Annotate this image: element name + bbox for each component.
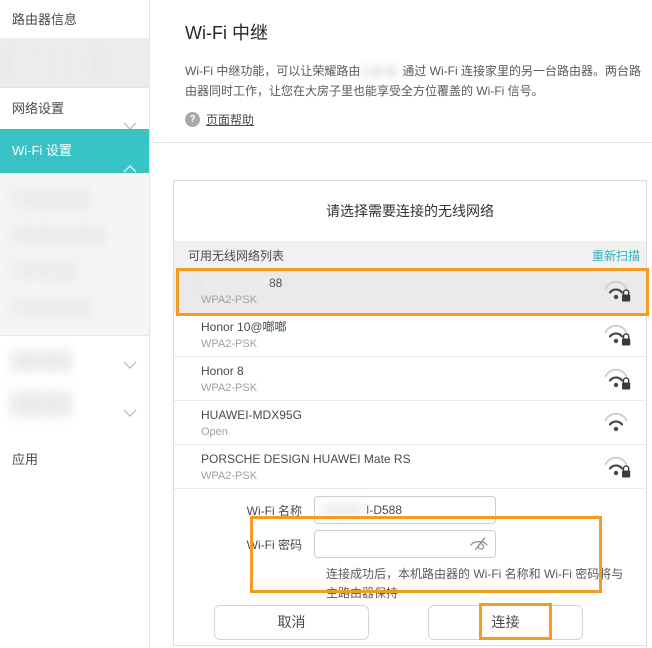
wifi-name-label: Wi-Fi 名称 bbox=[174, 502, 314, 519]
network-ssid: HUAWEI-MDX95G bbox=[201, 408, 646, 423]
page-description: Wi-Fi 中继功能，可以让荣耀路由通过 Wi-Fi 连接家里的另一台路由器。两… bbox=[185, 61, 643, 101]
wifi-lock-icon bbox=[602, 322, 632, 353]
connect-button[interactable]: 连接 bbox=[428, 605, 583, 640]
wifi-lock-icon bbox=[602, 454, 632, 485]
sidebar-item-label: Wi-Fi 设置 bbox=[12, 143, 72, 158]
censored-label bbox=[11, 350, 71, 372]
sidebar-item-wifi-settings[interactable]: Wi-Fi 设置 bbox=[0, 129, 149, 173]
wifi-relay-panel: 请选择需要连接的无线网络 可用无线网络列表 重新扫描 88 WPA2-PSK H… bbox=[173, 180, 647, 646]
network-row[interactable]: PORSCHE DESIGN HUAWEI Mate RS WPA2-PSK bbox=[174, 445, 646, 489]
sidebar-subitem-censored[interactable] bbox=[14, 262, 80, 280]
wifi-password-input[interactable] bbox=[323, 531, 469, 557]
network-security: WPA2-PSK bbox=[201, 469, 646, 484]
network-security: WPA2-PSK bbox=[201, 381, 646, 396]
sidebar-item-censored-2[interactable] bbox=[0, 336, 149, 385]
wifi-name-input[interactable]: I-D588 bbox=[314, 496, 496, 524]
sidebar-item-censored-3[interactable] bbox=[0, 385, 149, 432]
wifi-password-field bbox=[314, 530, 496, 558]
page-help-link[interactable]: ? 页面帮助 bbox=[185, 111, 254, 128]
censored-ssid bbox=[201, 277, 267, 290]
sidebar-subitem-censored[interactable] bbox=[14, 189, 94, 209]
wifi-lock-icon bbox=[602, 366, 632, 397]
header-divider bbox=[151, 142, 652, 143]
sidebar-item-label: 网络设置 bbox=[12, 101, 64, 116]
sidebar-subitem-censored[interactable] bbox=[14, 225, 108, 245]
description-text-start: Wi-Fi 中继功能，可以让荣耀路由 bbox=[185, 64, 360, 78]
sidebar-subitem-censored[interactable] bbox=[14, 298, 92, 316]
page-title: Wi-Fi 中继 bbox=[185, 19, 268, 45]
network-ssid: Honor 8 bbox=[201, 364, 646, 379]
sidebar-item-network-settings[interactable]: 网络设置 bbox=[0, 88, 149, 129]
sidebar-item-apps[interactable]: 应用 bbox=[0, 440, 149, 480]
network-ssid: PORSCHE DESIGN HUAWEI Mate RS bbox=[201, 452, 646, 467]
network-security: WPA2-PSK bbox=[201, 337, 646, 352]
censored-router-model bbox=[363, 66, 399, 77]
network-ssid: Honor 10@啷啷 bbox=[201, 320, 646, 335]
rescan-link[interactable]: 重新扫描 bbox=[592, 247, 640, 264]
network-ssid: 88 bbox=[201, 276, 646, 291]
network-row-selected[interactable]: 88 WPA2-PSK bbox=[174, 269, 646, 313]
sidebar-item-label: 路由器信息 bbox=[12, 12, 77, 27]
panel-title: 请选择需要连接的无线网络 bbox=[174, 181, 646, 241]
wifi-password-row: Wi-Fi 密码 bbox=[174, 530, 496, 558]
sidebar-item-router-info[interactable]: 路由器信息 bbox=[0, 0, 149, 39]
network-row[interactable]: Honor 8 WPA2-PSK bbox=[174, 357, 646, 401]
network-list-header-label: 可用无线网络列表 bbox=[188, 247, 284, 264]
wifi-password-label: Wi-Fi 密码 bbox=[174, 536, 314, 553]
cancel-button[interactable]: 取消 bbox=[214, 605, 369, 640]
question-circle-icon: ? bbox=[185, 112, 200, 127]
network-security: WPA2-PSK bbox=[201, 293, 646, 308]
wifi-name-row: Wi-Fi 名称 I-D588 bbox=[174, 496, 496, 524]
network-list-header: 可用无线网络列表 重新扫描 bbox=[174, 241, 646, 269]
sidebar-item-censored-1[interactable] bbox=[0, 39, 149, 88]
sidebar-wifi-submenu bbox=[0, 173, 149, 336]
wifi-lock-icon bbox=[602, 278, 632, 309]
page-help-label: 页面帮助 bbox=[206, 111, 254, 128]
chevron-down-icon bbox=[123, 357, 137, 372]
sidebar: 路由器信息 网络设置 Wi-Fi 设置 应用 bbox=[0, 0, 150, 648]
censored-label bbox=[11, 391, 71, 417]
network-row[interactable]: HUAWEI-MDX95G Open bbox=[174, 401, 646, 445]
sidebar-item-label: 应用 bbox=[12, 452, 38, 467]
password-visibility-icon[interactable] bbox=[469, 536, 489, 556]
network-security: Open bbox=[201, 425, 646, 440]
chevron-down-icon bbox=[123, 405, 137, 420]
censored-label bbox=[10, 52, 100, 75]
wifi-name-value: I-D588 bbox=[366, 503, 402, 517]
wifi-icon bbox=[602, 410, 632, 441]
censored-ssid-prefix bbox=[323, 504, 365, 516]
network-row[interactable]: Honor 10@啷啷 WPA2-PSK bbox=[174, 313, 646, 357]
